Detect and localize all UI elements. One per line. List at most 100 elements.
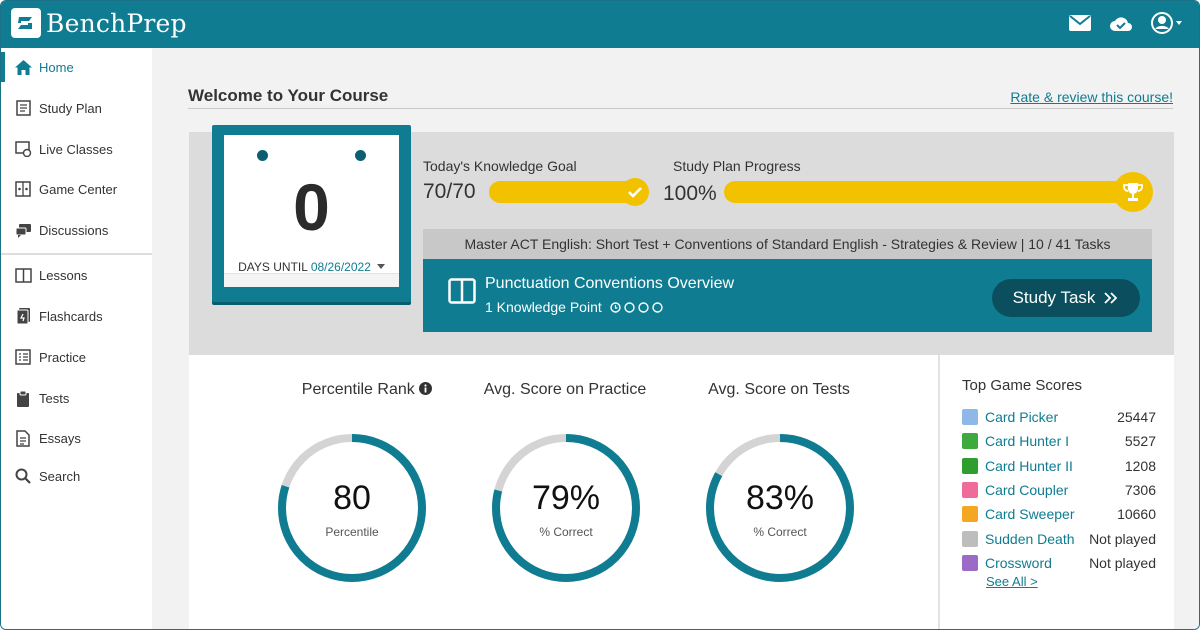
title-divider <box>188 108 1173 109</box>
game-name-link[interactable]: Crossword <box>985 555 1052 571</box>
empty-circle-icon <box>652 301 663 313</box>
sidebar-item-flashcards[interactable]: Flashcards <box>1 301 152 331</box>
game-score-row: Sudden Death Not played <box>962 529 1156 549</box>
performance-stats: Percentile Rank Avg. Score on Practice A… <box>189 355 938 629</box>
search-icon <box>14 467 32 485</box>
game-icon <box>962 457 978 474</box>
sidebar-item-lessons[interactable]: Lessons <box>1 260 152 290</box>
game-name-link[interactable]: Card Hunter I <box>985 433 1069 449</box>
sidebar-item-tests[interactable]: Tests <box>1 383 152 413</box>
practice-score-caption: % Correct <box>539 525 593 539</box>
practice-icon <box>14 348 32 366</box>
game-score-row: Card Picker 25447 <box>962 407 1156 427</box>
stat-title-practice: Avg. Score on Practice <box>483 381 647 398</box>
game-score: 5527 <box>1124 433 1156 450</box>
knowledge-goal-label: Today's Knowledge Goal <box>423 158 577 174</box>
game-scores-title: Top Game Scores <box>962 377 1083 394</box>
see-all-games-link[interactable]: See All > <box>986 574 1038 589</box>
sidebar-item-search[interactable]: Search <box>1 461 152 491</box>
discussions-icon <box>14 221 32 239</box>
calendar-ring-dot <box>257 150 268 161</box>
percentile-value: 80 <box>333 479 371 517</box>
percentile-caption: Percentile <box>325 525 379 539</box>
knowledge-goal-value: 70/70 <box>423 180 476 203</box>
benchprep-logo-icon <box>11 8 41 38</box>
current-task-card: Punctuation Conventions Overview 1 Knowl… <box>423 259 1152 332</box>
page-title: Welcome to Your Course <box>188 86 389 105</box>
game-score: 25447 <box>1117 409 1156 425</box>
study-plan-progress-bar <box>724 181 1144 203</box>
game-icon <box>962 481 978 498</box>
game-icon <box>962 554 978 571</box>
stat-title-percentile: Percentile Rank <box>277 380 457 400</box>
game-score: Not played <box>1089 530 1156 547</box>
days-until-label: DAYS UNTIL <box>238 260 308 274</box>
chevron-down-icon <box>376 264 385 269</box>
game-score-row: Card Hunter I 5527 <box>962 431 1156 451</box>
knowledge-point-indicators <box>610 301 663 313</box>
envelope-icon[interactable] <box>1069 15 1091 31</box>
game-score: 10660 <box>1117 506 1156 523</box>
game-name-link[interactable]: Card Hunter II <box>985 458 1073 474</box>
exam-countdown-calendar: 0 DAYS UNTIL 08/26/2022 <box>212 125 411 302</box>
check-icon <box>621 178 649 206</box>
calendar-ring-dot <box>355 150 366 161</box>
top-bar: BenchPrep <box>1 1 1199 48</box>
trophy-icon <box>1113 172 1153 212</box>
book-icon <box>448 278 476 309</box>
exam-date: 08/26/2022 <box>310 260 371 274</box>
test-score-caption: % Correct <box>753 525 807 539</box>
study-plan-icon <box>14 99 32 117</box>
brand-logo[interactable]: BenchPrep <box>11 8 187 38</box>
game-icon <box>962 433 978 450</box>
user-account-icon[interactable] <box>1151 12 1183 34</box>
game-score-row: Card Hunter II 1208 <box>962 456 1156 476</box>
info-icon[interactable] <box>419 382 433 395</box>
empty-circle-icon <box>638 301 649 313</box>
main-content: Welcome to Your Course Rate & review thi… <box>152 48 1199 629</box>
lessons-icon <box>14 266 32 284</box>
exam-date-selector[interactable]: DAYS UNTIL 08/26/2022 <box>224 260 399 274</box>
game-center-icon <box>14 180 32 198</box>
task-knowledge-points: 1 Knowledge Point <box>485 299 602 315</box>
study-plan-progress-label: Study Plan Progress <box>673 158 801 174</box>
sidebar-item-essays[interactable]: Essays <box>1 423 152 453</box>
calendar-page-edge <box>224 273 399 287</box>
clock-icon <box>610 301 621 313</box>
knowledge-goal-bar <box>489 181 643 203</box>
rate-review-link[interactable]: Rate & review this course! <box>1010 89 1173 105</box>
cloud-check-icon[interactable] <box>1109 14 1133 32</box>
test-score-value: 83% <box>745 479 815 517</box>
days-remaining: 0 <box>293 170 330 244</box>
sidebar-item-live-classes[interactable]: Live Classes <box>1 134 152 164</box>
study-plan-progress-value: 100% <box>663 182 717 205</box>
sidebar-item-practice[interactable]: Practice <box>1 342 152 372</box>
game-name-link[interactable]: Card Sweeper <box>985 506 1075 522</box>
stat-title-tests: Avg. Score on Tests <box>708 381 850 398</box>
practice-score-value: 79% <box>531 479 601 517</box>
double-chevron-right-icon <box>1104 292 1118 304</box>
sidebar-item-game-center[interactable]: Game Center <box>1 174 152 204</box>
top-game-scores: Top Game Scores Card Picker 25447 Card Hun… <box>938 355 1174 629</box>
sidebar-item-home[interactable]: Home <box>1 52 152 82</box>
sidebar-item-study-plan[interactable]: Study Plan <box>1 93 152 123</box>
sidebar-divider <box>1 253 152 255</box>
game-score: 7306 <box>1124 481 1156 498</box>
tests-icon <box>14 389 32 407</box>
study-task-label: Study Task <box>1012 288 1096 307</box>
app-window: BenchPrep Home Study Plan Live Classes G… <box>0 0 1200 630</box>
game-name-link[interactable]: Sudden Death <box>985 531 1075 547</box>
game-score-row: Card Sweeper 10660 <box>962 504 1156 524</box>
empty-circle-icon <box>624 301 635 313</box>
game-name-link[interactable]: Card Coupler <box>985 482 1068 498</box>
home-icon <box>14 58 32 76</box>
live-classes-icon <box>14 140 32 158</box>
brand-name: BenchPrep <box>46 8 187 38</box>
course-progress-panel: 0 DAYS UNTIL 08/26/2022 Today's Knowledg… <box>189 125 1174 355</box>
study-task-button[interactable]: Study Task <box>992 279 1140 317</box>
study-plan-task-header: Master ACT English: Short Test + Convent… <box>423 229 1152 259</box>
game-score-row: Card Coupler 7306 <box>962 480 1156 500</box>
game-name-link[interactable]: Card Picker <box>985 409 1058 425</box>
sidebar: Home Study Plan Live Classes Game Center… <box>1 48 152 629</box>
sidebar-item-discussions[interactable]: Discussions <box>1 215 152 245</box>
